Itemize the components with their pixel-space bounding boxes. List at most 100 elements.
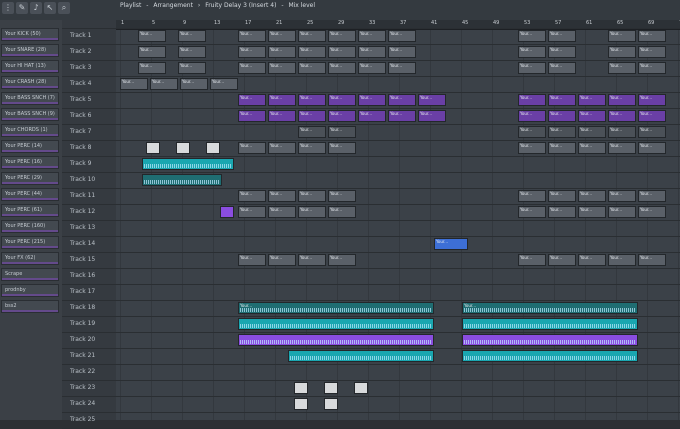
channel-button[interactable]: Your PERC (14) — [1, 140, 59, 153]
track-label[interactable]: Track 2 — [70, 44, 114, 60]
pattern-clip[interactable]: Your... — [388, 30, 416, 42]
pattern-clip[interactable]: Your... — [178, 30, 206, 42]
pattern-clip[interactable] — [146, 142, 160, 154]
pattern-clip[interactable]: Your... — [518, 30, 546, 42]
channel-button[interactable]: Your PERC (44) — [1, 188, 59, 201]
paint-icon[interactable]: ✎ — [16, 2, 28, 14]
pattern-clip[interactable]: Your... — [328, 94, 356, 106]
pattern-clip[interactable]: Your... — [518, 46, 546, 58]
pattern-clip[interactable]: Your... — [238, 190, 266, 202]
channel-button[interactable]: Your FX (62) — [1, 252, 59, 265]
pattern-clip[interactable]: Your... — [268, 94, 296, 106]
pattern-clip[interactable]: Your... — [638, 94, 666, 106]
pattern-clip[interactable]: Your... — [638, 254, 666, 266]
pattern-clip[interactable]: Your... — [268, 206, 296, 218]
pattern-clip[interactable]: Your... — [298, 110, 326, 122]
pattern-clip[interactable]: Your... — [548, 142, 576, 154]
pattern-clip[interactable]: Your... — [178, 46, 206, 58]
pattern-clip[interactable]: Your... — [328, 142, 356, 154]
channel-button[interactable]: Your HI HAT (13) — [1, 60, 59, 73]
pattern-clip[interactable]: Your... — [210, 78, 238, 90]
pattern-clip[interactable]: Your... — [238, 302, 434, 314]
pattern-clip[interactable]: Your... — [138, 46, 166, 58]
track-label[interactable]: Track 22 — [70, 364, 114, 380]
channel-button[interactable]: Your KICK (50) — [1, 28, 59, 41]
track-label[interactable]: Track 14 — [70, 236, 114, 252]
pattern-clip[interactable]: Your... — [518, 190, 546, 202]
pattern-clip[interactable]: Your... — [298, 142, 326, 154]
pattern-clip[interactable] — [324, 382, 338, 394]
pattern-clip[interactable]: Your... — [638, 206, 666, 218]
channel-button[interactable]: Your CRASH (28) — [1, 76, 59, 89]
pattern-clip[interactable]: Your... — [328, 190, 356, 202]
pattern-clip[interactable]: Your... — [608, 62, 636, 74]
track-label[interactable]: Track 13 — [70, 220, 114, 236]
pattern-clip[interactable]: Your... — [578, 110, 606, 122]
track-label[interactable]: Track 23 — [70, 380, 114, 396]
pattern-clip[interactable]: Your... — [578, 142, 606, 154]
pattern-clip[interactable] — [238, 334, 434, 346]
pattern-clip[interactable]: Your... — [418, 110, 446, 122]
pattern-clip[interactable]: Your... — [238, 206, 266, 218]
channel-button[interactable]: Scrape — [1, 268, 59, 281]
track-label[interactable]: Track 17 — [70, 284, 114, 300]
track-label[interactable]: Track 7 — [70, 124, 114, 140]
pattern-clip[interactable]: Your... — [608, 126, 636, 138]
channel-button[interactable]: Your PERC (29) — [1, 172, 59, 185]
pattern-clip[interactable]: Your... — [328, 62, 356, 74]
track-label[interactable]: Track 4 — [70, 76, 114, 92]
channel-button[interactable]: Your SNARE (28) — [1, 44, 59, 57]
pattern-clip[interactable]: Your... — [434, 238, 468, 250]
pattern-clip[interactable]: Your... — [548, 94, 576, 106]
pattern-clip[interactable]: Your... — [608, 94, 636, 106]
pattern-clip[interactable]: Your... — [388, 94, 416, 106]
pattern-clip[interactable]: Your... — [418, 94, 446, 106]
track-label[interactable]: Track 25 — [70, 412, 114, 428]
pattern-clip[interactable]: Your... — [180, 78, 208, 90]
pattern-clip[interactable]: Your... — [578, 126, 606, 138]
pattern-clip[interactable]: Your... — [238, 62, 266, 74]
pattern-clip[interactable] — [142, 174, 222, 186]
pattern-clip[interactable]: Your... — [638, 126, 666, 138]
pattern-clip[interactable]: Your... — [238, 142, 266, 154]
pattern-clip[interactable]: Your... — [238, 94, 266, 106]
pattern-clip[interactable]: Your... — [268, 190, 296, 202]
pattern-clip[interactable]: Your... — [518, 142, 546, 154]
pattern-clip[interactable]: Your... — [608, 46, 636, 58]
pattern-clip[interactable]: Your... — [388, 46, 416, 58]
pattern-clip[interactable]: Your... — [638, 190, 666, 202]
pattern-clip[interactable]: Your... — [328, 254, 356, 266]
pointer-icon[interactable]: ↖ — [44, 2, 56, 14]
pattern-clip[interactable]: Your... — [518, 206, 546, 218]
pattern-clip[interactable]: Your... — [328, 110, 356, 122]
track-label[interactable]: Track 20 — [70, 332, 114, 348]
pattern-clip[interactable]: Your... — [328, 126, 356, 138]
pattern-clip[interactable] — [462, 318, 638, 330]
zoom-icon[interactable]: ⌕ — [58, 2, 70, 14]
pattern-clip[interactable]: Your... — [268, 46, 296, 58]
pattern-clip[interactable]: Your... — [638, 62, 666, 74]
channel-button[interactable]: Your BASS SNCH (7) — [1, 92, 59, 105]
pattern-clip[interactable] — [206, 142, 220, 154]
track-label[interactable]: Track 11 — [70, 188, 114, 204]
channel-button[interactable]: bss2 — [1, 300, 59, 313]
pattern-clip[interactable]: Your... — [518, 94, 546, 106]
pattern-clip[interactable]: Your... — [518, 62, 546, 74]
pattern-clip[interactable]: Your... — [268, 30, 296, 42]
channel-button[interactable]: Your CHORDS (1) — [1, 124, 59, 137]
track-label[interactable]: Track 18 — [70, 300, 114, 316]
track-label[interactable]: Track 10 — [70, 172, 114, 188]
pattern-clip[interactable]: Your... — [608, 142, 636, 154]
pattern-clip[interactable]: Your... — [298, 190, 326, 202]
pattern-clip[interactable]: Your... — [548, 30, 576, 42]
pattern-clip[interactable]: Your... — [608, 190, 636, 202]
track-label[interactable]: Track 8 — [70, 140, 114, 156]
pattern-clip[interactable]: Your... — [608, 30, 636, 42]
pattern-clip[interactable]: Your... — [578, 206, 606, 218]
pattern-clip[interactable]: Your... — [518, 110, 546, 122]
pattern-clip[interactable]: Your... — [138, 30, 166, 42]
pattern-clip[interactable]: Your... — [548, 110, 576, 122]
pattern-clip[interactable]: Your... — [548, 254, 576, 266]
track-label[interactable]: Track 24 — [70, 396, 114, 412]
pattern-clip[interactable]: Your... — [578, 254, 606, 266]
